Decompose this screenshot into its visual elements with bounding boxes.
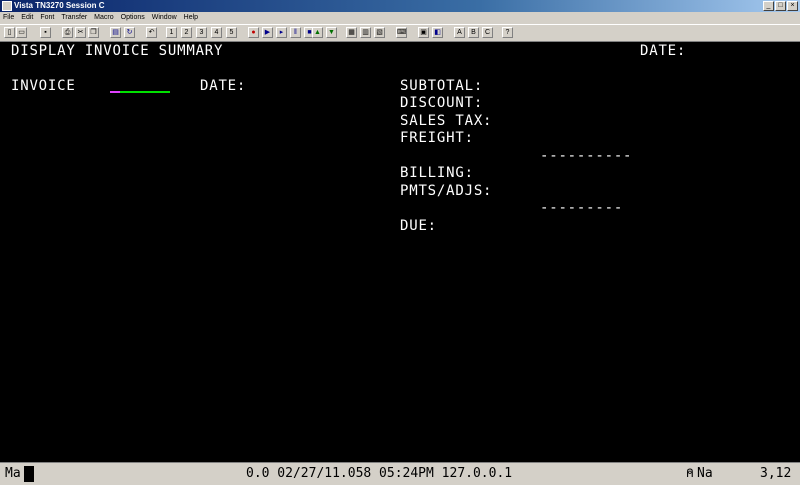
terminal-screen[interactable]: DISPLAY INVOICE SUMMARY DATE: INVOICE DA… (0, 42, 800, 462)
step-icon[interactable]: ▸ (276, 27, 287, 38)
freight-label: FREIGHT: (400, 130, 474, 146)
menu-file[interactable]: File (3, 12, 14, 24)
field-cursor (110, 91, 120, 93)
title-bar[interactable]: Vista TN3270 Session C _ □ × (0, 0, 800, 12)
copy-icon[interactable]: ❐ (88, 27, 99, 38)
undo-icon[interactable]: ↶ (146, 27, 157, 38)
print-icon[interactable]: ⎙ (62, 27, 73, 38)
screen-2-icon[interactable]: ▥ (360, 27, 371, 38)
close-button[interactable]: × (787, 1, 798, 11)
macro-1-icon[interactable]: 1 (166, 27, 177, 38)
discount-label: DISCOUNT: (400, 95, 484, 111)
cut-icon[interactable]: ✂ (75, 27, 86, 38)
session-2-icon[interactable]: ◧ (432, 27, 443, 38)
date-label-top: DATE: (640, 43, 687, 59)
status-info: 0.0 02/27/11.058 05:24PM 127.0.0.1 (246, 466, 513, 481)
billing-label: BILLING: (400, 165, 474, 181)
menu-options[interactable]: Options (121, 12, 145, 24)
toolbar: ▯ ▭ ▪ ⎙ ✂ ❐ ▤ ↻ ↶ 1 2 3 4 5 ● ▶ ▸ ‖ ■ ▲ … (0, 24, 800, 42)
open-icon[interactable]: ▭ (16, 27, 27, 38)
menu-help[interactable]: Help (184, 12, 198, 24)
subtotal-label: SUBTOTAL: (400, 78, 484, 94)
play-icon[interactable]: ▶ (262, 27, 273, 38)
menu-font[interactable]: Font (40, 12, 54, 24)
due-label: DUE: (400, 218, 437, 234)
minimize-button[interactable]: _ (763, 1, 774, 11)
disconnect-icon[interactable]: ↻ (124, 27, 135, 38)
macro-4-icon[interactable]: 4 (211, 27, 222, 38)
connect-icon[interactable]: ▤ (110, 27, 121, 38)
status-cursor-block (24, 466, 34, 482)
screen-title: DISPLAY INVOICE SUMMARY (11, 43, 224, 59)
font-c-icon[interactable]: C (482, 27, 493, 38)
screen-1-icon[interactable]: ▦ (346, 27, 357, 38)
screen-3-icon[interactable]: ▧ (374, 27, 385, 38)
window-controls: _ □ × (763, 1, 798, 11)
menu-edit[interactable]: Edit (21, 12, 33, 24)
macro-3-icon[interactable]: 3 (196, 27, 207, 38)
session-1-icon[interactable]: ▣ (418, 27, 429, 38)
invoice-input[interactable] (110, 91, 170, 93)
window-title: Vista TN3270 Session C (14, 1, 105, 10)
separator-rule-2: --------- (540, 200, 624, 216)
status-bar: Ma 0.0 02/27/11.058 05:24PM 127.0.0.1 ⍝ … (0, 462, 800, 485)
macro-2-icon[interactable]: 2 (181, 27, 192, 38)
status-mode: Ma (5, 466, 21, 481)
status-indicator: Na (697, 466, 713, 481)
save-icon[interactable]: ▪ (40, 27, 51, 38)
pmts-adjs-label: PMTS/ADJS: (400, 183, 493, 199)
record-icon[interactable]: ● (248, 27, 259, 38)
pause-icon[interactable]: ‖ (290, 27, 301, 38)
field-underline (120, 91, 170, 93)
font-b-icon[interactable]: B (468, 27, 479, 38)
app-icon[interactable] (2, 1, 12, 11)
maximize-button[interactable]: □ (775, 1, 786, 11)
download-icon[interactable]: ▼ (326, 27, 337, 38)
sales-tax-label: SALES TAX: (400, 113, 493, 129)
keyboard-icon[interactable]: ⌨ (396, 27, 407, 38)
menu-transfer[interactable]: Transfer (61, 12, 87, 24)
invoice-label: INVOICE (11, 78, 76, 94)
menu-bar: File Edit Font Transfer Macro Options Wi… (0, 12, 800, 24)
new-icon[interactable]: ▯ (4, 27, 15, 38)
menu-macro[interactable]: Macro (94, 12, 113, 24)
cursor-position: 3,12 (760, 466, 792, 481)
keyboard-lock-icon: ⍝ (686, 466, 694, 481)
separator-rule-1: ---------- (540, 148, 633, 164)
help-icon[interactable]: ? (502, 27, 513, 38)
date-label: DATE: (200, 78, 247, 94)
menu-window[interactable]: Window (152, 12, 177, 24)
font-a-icon[interactable]: A (454, 27, 465, 38)
macro-5-icon[interactable]: 5 (226, 27, 237, 38)
upload-icon[interactable]: ▲ (312, 27, 323, 38)
